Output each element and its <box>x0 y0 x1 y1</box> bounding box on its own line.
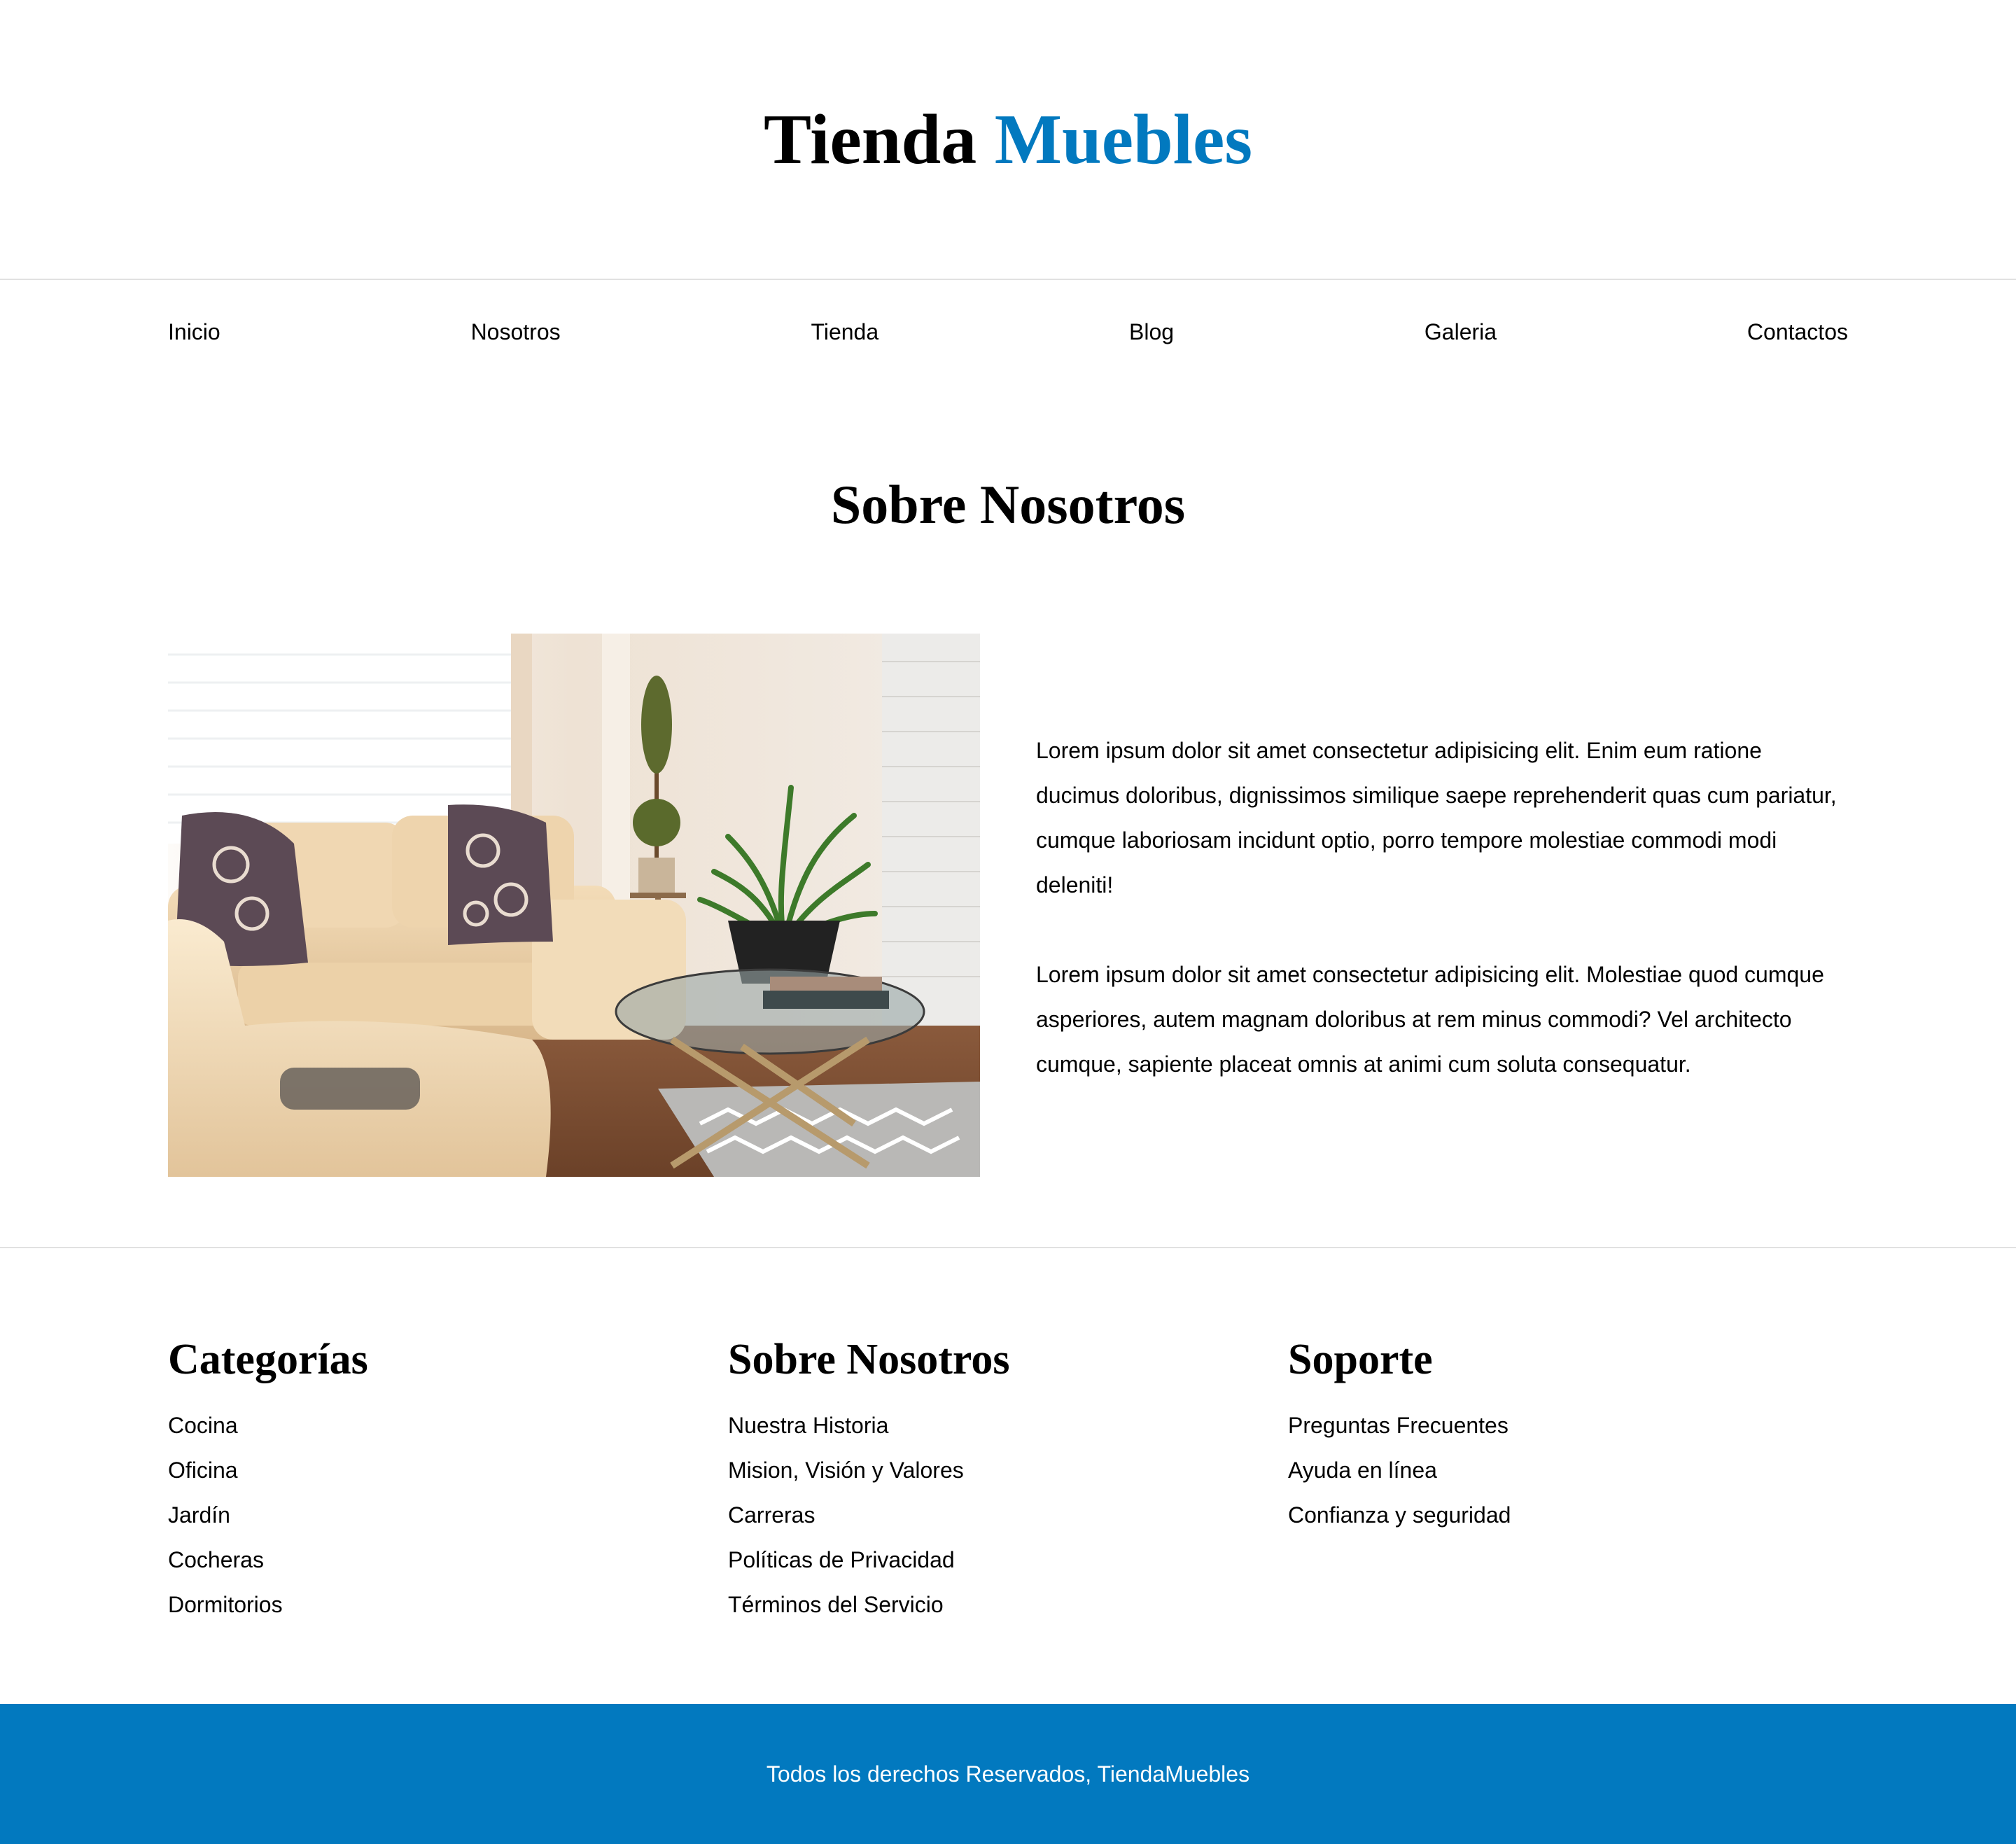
footer-column-title: Sobre Nosotros <box>728 1336 1010 1383</box>
footer-link-oficina[interactable]: Oficina <box>168 1458 238 1483</box>
site-header: Tienda Muebles <box>0 0 2016 280</box>
footer-column-sobre-nosotros: Sobre Nosotros Nuestra Historia Mision, … <box>728 1330 1288 1627</box>
nav-link-inicio[interactable]: Inicio <box>168 319 220 345</box>
footer-link-preguntas-frecuentes[interactable]: Preguntas Frecuentes <box>1288 1413 1508 1438</box>
footer-column-title: Soporte <box>1288 1336 1433 1383</box>
about-paragraph: Lorem ipsum dolor sit amet consectetur a… <box>1036 738 1837 897</box>
copyright-text: Todos los derechos Reservados, TiendaMue… <box>766 1761 1250 1787</box>
footer-link-cocheras[interactable]: Cocheras <box>168 1547 264 1572</box>
logo-accent: Muebles <box>994 99 1253 179</box>
footer-column-categorias: Categorías Cocina Oficina Jardín Cochera… <box>168 1330 728 1627</box>
about-paragraph: Lorem ipsum dolor sit amet consectetur a… <box>1036 962 1824 1077</box>
footer-column-title: Categorías <box>168 1336 368 1383</box>
about-text: Lorem ipsum dolor sit amet consectetur a… <box>1036 728 1848 1131</box>
footer-link-confianza-seguridad[interactable]: Confianza y seguridad <box>1288 1502 1511 1528</box>
main-navigation: Inicio Nosotros Tienda Blog Galeria Cont… <box>0 280 2016 384</box>
footer-link-cocina[interactable]: Cocina <box>168 1413 238 1438</box>
nav-link-tienda[interactable]: Tienda <box>811 319 878 345</box>
footer-link-politicas-privacidad[interactable]: Políticas de Privacidad <box>728 1547 955 1572</box>
nav-link-galeria[interactable]: Galeria <box>1424 319 1497 345</box>
footer-link-ayuda-en-linea[interactable]: Ayuda en línea <box>1288 1458 1437 1483</box>
footer-link-jardin[interactable]: Jardín <box>168 1502 230 1528</box>
nav-link-contactos[interactable]: Contactos <box>1747 319 1848 345</box>
about-section: Lorem ipsum dolor sit amet consectetur a… <box>168 634 1848 1177</box>
footer-link-dormitorios[interactable]: Dormitorios <box>168 1592 283 1617</box>
nav-link-blog[interactable]: Blog <box>1129 319 1174 345</box>
footer-link-nuestra-historia[interactable]: Nuestra Historia <box>728 1413 888 1438</box>
section-divider <box>0 1247 2016 1248</box>
nav-link-nosotros[interactable]: Nosotros <box>471 319 561 345</box>
footer-link-mision-vision-valores[interactable]: Mision, Visión y Valores <box>728 1458 964 1483</box>
footer-link-terminos-servicio[interactable]: Términos del Servicio <box>728 1592 944 1617</box>
footer-link-carreras[interactable]: Carreras <box>728 1502 815 1528</box>
site-logo[interactable]: Tienda Muebles <box>764 99 1252 181</box>
page-title: Sobre Nosotros <box>830 474 1186 535</box>
footer-links: Categorías Cocina Oficina Jardín Cochera… <box>168 1330 1848 1627</box>
living-room-photo <box>168 634 980 1177</box>
logo-primary: Tienda <box>763 99 977 179</box>
copyright-bar: Todos los derechos Reservados, TiendaMue… <box>0 1704 2016 1844</box>
footer-column-soporte: Soporte Preguntas Frecuentes Ayuda en lí… <box>1288 1330 1848 1627</box>
